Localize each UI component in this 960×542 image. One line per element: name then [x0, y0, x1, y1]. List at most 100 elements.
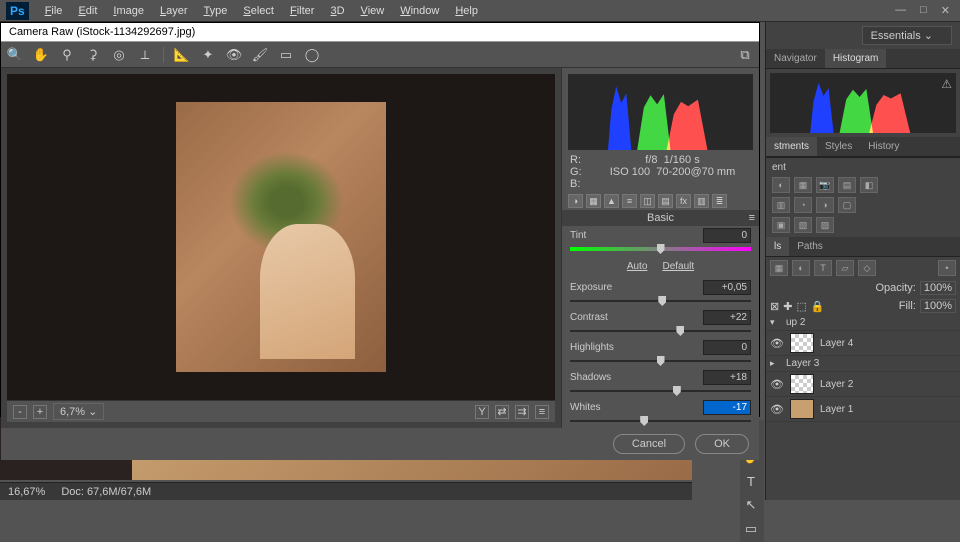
lock-icon[interactable]: ⬚ — [796, 300, 806, 313]
type-icon[interactable]: T — [742, 472, 760, 490]
contrast-slider[interactable] — [570, 326, 751, 336]
copy-icon[interactable]: ⇉ — [515, 405, 529, 419]
radial-icon[interactable]: ◯ — [304, 47, 320, 63]
visibility-icon[interactable]: 👁 — [770, 378, 784, 391]
ok-button[interactable]: OK — [695, 434, 749, 454]
settings-icon[interactable]: ≡ — [535, 405, 549, 419]
zoom-in-icon[interactable]: + — [33, 405, 47, 419]
menu-edit[interactable]: Edit — [70, 2, 105, 20]
menu-3d[interactable]: 3D — [322, 2, 352, 20]
tint-value[interactable]: 0 — [703, 228, 751, 243]
close-icon[interactable]: ✕ — [941, 4, 950, 17]
fill-value[interactable]: 100% — [920, 299, 956, 313]
opacity-value[interactable]: 100% — [920, 281, 956, 295]
tab-hsl-icon[interactable]: ≡ — [622, 194, 637, 208]
crop-icon[interactable]: ⟂ — [137, 47, 153, 63]
preview-toggle-icon[interactable]: ⧉ — [737, 47, 753, 63]
adj-icon[interactable]: ▢ — [838, 197, 856, 213]
tab-layers[interactable]: ls — [766, 237, 789, 256]
layer-menu-icon[interactable]: • — [938, 260, 956, 276]
layer-row[interactable]: 👁 Layer 2 — [766, 372, 960, 397]
tab-basic-icon[interactable]: ◑ — [568, 194, 583, 208]
hand-icon[interactable]: ✋ — [33, 47, 49, 63]
adj-icon[interactable]: ◐ — [772, 177, 790, 193]
layer-row[interactable]: ▸ Layer 3 — [766, 356, 960, 372]
filter-adj-icon[interactable]: ◐ — [792, 260, 810, 276]
contrast-value[interactable]: +22 — [703, 310, 751, 325]
workspace-switcher[interactable]: Essentials ⌄ — [766, 22, 960, 49]
group-toggle-icon[interactable]: ▾ — [770, 317, 780, 328]
layer-row[interactable]: ▾ up 2 — [766, 315, 960, 331]
lock-icon[interactable]: ⊠ — [770, 300, 779, 313]
menu-window[interactable]: Window — [392, 2, 447, 20]
tab-fx-icon[interactable]: fx — [676, 194, 691, 208]
tab-presets-icon[interactable]: ≣ — [712, 194, 727, 208]
swap-icon[interactable]: ⇄ — [495, 405, 509, 419]
adj-icon[interactable]: ▤ — [838, 177, 856, 193]
tab-lens-icon[interactable]: ▤ — [658, 194, 673, 208]
layer-row[interactable]: 👁 Layer 4 — [766, 331, 960, 356]
menu-select[interactable]: Select — [235, 2, 282, 20]
zoom-icon[interactable]: 🔍 — [7, 47, 23, 63]
panel-menu-icon[interactable]: ≡ — [749, 212, 755, 224]
menu-help[interactable]: Help — [447, 2, 486, 20]
maximize-icon[interactable]: □ — [920, 4, 927, 17]
adj-icon[interactable]: ▨ — [816, 217, 834, 233]
visibility-icon[interactable]: 👁 — [770, 403, 784, 416]
tab-history[interactable]: History — [860, 137, 907, 156]
adj-icon[interactable]: 📷 — [816, 177, 834, 193]
highlights-value[interactable]: 0 — [703, 340, 751, 355]
adj-icon[interactable]: ▥ — [772, 197, 790, 213]
auto-link[interactable]: Auto — [627, 261, 648, 272]
tab-curve-icon[interactable]: ▦ — [586, 194, 601, 208]
whites-slider[interactable] — [570, 416, 751, 426]
move-icon[interactable]: ↖ — [742, 496, 760, 514]
filter-type-icon[interactable]: T — [814, 260, 832, 276]
highlights-slider[interactable] — [570, 356, 751, 366]
menu-image[interactable]: Image — [105, 2, 152, 20]
menu-layer[interactable]: Layer — [152, 2, 196, 20]
zoom-out-icon[interactable]: - — [13, 405, 27, 419]
adj-icon[interactable]: ◧ — [860, 177, 878, 193]
tab-adjustments[interactable]: stments — [766, 137, 817, 156]
default-link[interactable]: Default — [662, 261, 694, 272]
exposure-slider[interactable] — [570, 296, 751, 306]
cr-image-canvas[interactable] — [7, 74, 555, 400]
lock-icon[interactable]: ✚ — [783, 300, 792, 313]
tab-cal-icon[interactable]: ▥ — [694, 194, 709, 208]
lock-icon[interactable]: 🔒 — [811, 300, 825, 313]
grad-icon[interactable]: ▭ — [278, 47, 294, 63]
tint-slider[interactable] — [570, 244, 751, 254]
adj-icon[interactable]: ◑ — [816, 197, 834, 213]
tab-paths[interactable]: Paths — [789, 237, 831, 256]
shape-icon[interactable]: ▭ — [742, 520, 760, 538]
wb-icon[interactable]: ⚲ — [59, 47, 75, 63]
zoom-value[interactable]: 6,7% ⌄ — [53, 403, 104, 420]
shadows-slider[interactable] — [570, 386, 751, 396]
filter-pixel-icon[interactable]: ▦ — [770, 260, 788, 276]
exposure-value[interactable]: +0,05 — [703, 280, 751, 295]
filter-smart-icon[interactable]: ◇ — [858, 260, 876, 276]
straighten-icon[interactable]: 📐 — [174, 47, 190, 63]
menu-view[interactable]: View — [353, 2, 393, 20]
adj-icon[interactable]: ▦ — [794, 177, 812, 193]
group-toggle-icon[interactable]: ▸ — [770, 358, 780, 369]
brush-icon[interactable]: 🖌 — [252, 47, 268, 63]
whites-value[interactable]: -17 — [703, 400, 751, 415]
spot-icon[interactable]: ✦ — [200, 47, 216, 63]
warning-icon[interactable]: ⚠ — [941, 77, 952, 91]
visibility-icon[interactable]: 👁 — [770, 337, 784, 350]
tab-histogram[interactable]: Histogram — [825, 49, 887, 68]
menu-type[interactable]: Type — [196, 2, 236, 20]
color-sampler-icon[interactable]: ⚳ — [85, 47, 101, 63]
menu-file[interactable]: File — [37, 2, 71, 20]
adj-icon[interactable]: ▧ — [794, 217, 812, 233]
menu-filter[interactable]: Filter — [282, 2, 322, 20]
minimize-icon[interactable]: — — [895, 4, 906, 17]
tab-navigator[interactable]: Navigator — [766, 49, 825, 68]
tab-split-icon[interactable]: ◫ — [640, 194, 655, 208]
tab-styles[interactable]: Styles — [817, 137, 860, 156]
target-adjust-icon[interactable]: ◎ — [111, 47, 127, 63]
layer-row[interactable]: 👁 Layer 1 — [766, 397, 960, 422]
cancel-button[interactable]: Cancel — [613, 434, 685, 454]
